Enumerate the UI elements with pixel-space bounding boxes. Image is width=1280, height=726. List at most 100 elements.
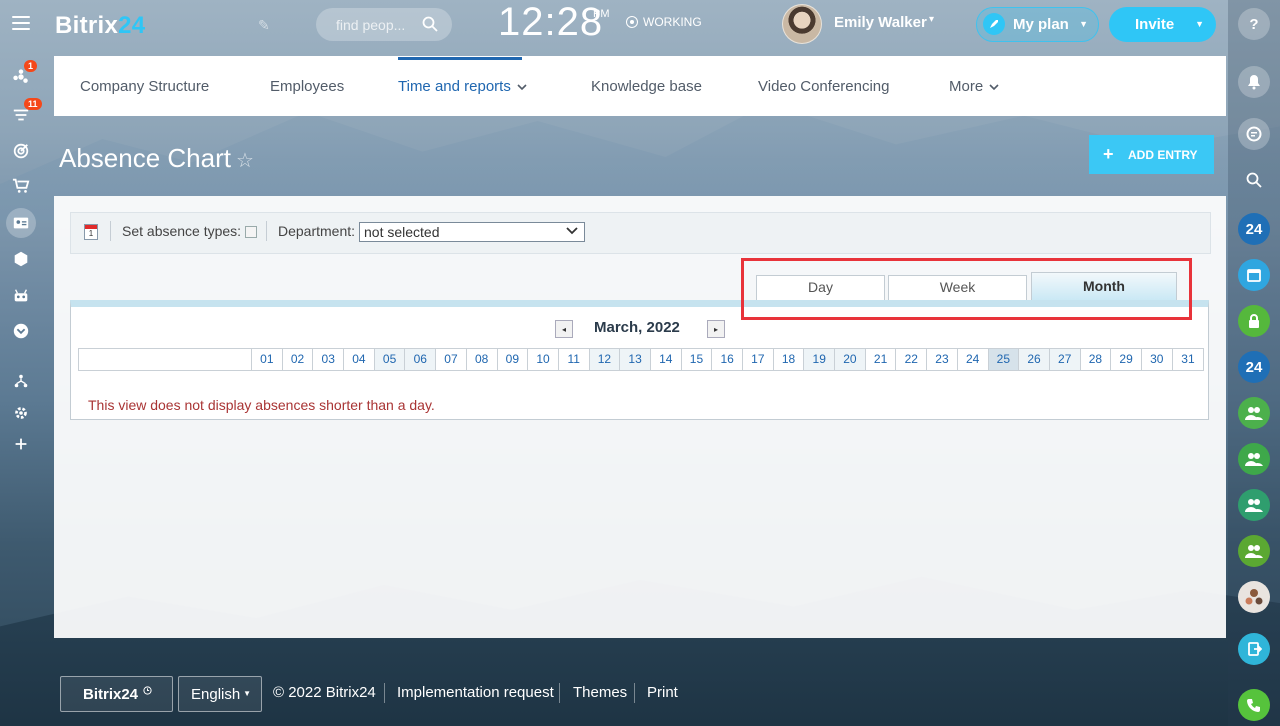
top-nav: Company Structure Employees Time and rep… [54, 56, 1226, 116]
group-icon[interactable] [1238, 443, 1270, 475]
search-icon[interactable] [422, 16, 438, 37]
day-header-cell: 06 [405, 349, 437, 370]
sidebar-item-structure[interactable] [10, 370, 32, 392]
nav-item-company-structure[interactable]: Company Structure [80, 78, 209, 95]
sidebar-item-shop[interactable] [10, 175, 32, 197]
bitrix24-icon[interactable]: 24 [1238, 351, 1270, 383]
bell-icon[interactable] [1238, 66, 1270, 98]
day-header-cell: 09 [498, 349, 529, 370]
notice-text: This view does not display absences shor… [88, 397, 435, 413]
chevron-down-icon: ▼ [243, 689, 251, 698]
target-icon [13, 143, 29, 159]
day-header-cell: 14 [651, 349, 682, 370]
work-status[interactable]: WORKING [626, 15, 702, 29]
day-header-cell: 03 [313, 349, 345, 370]
next-month-button[interactable]: ▸ [707, 320, 725, 338]
search-icon[interactable] [1238, 164, 1270, 196]
calendar-icon[interactable]: 1 [84, 224, 98, 240]
user-menu-caret-icon[interactable]: ▾ [929, 14, 934, 25]
avatars-icon[interactable] [1238, 581, 1270, 613]
phone-icon[interactable] [1238, 689, 1270, 721]
sidebar-item-robot[interactable] [10, 285, 32, 307]
app-logo[interactable]: Bitrix24 [55, 12, 145, 40]
record-dot-icon [626, 16, 638, 28]
sidebar-item-feed[interactable]: 11 [10, 98, 42, 126]
right-sidebar: ? 24 24 [1228, 0, 1280, 726]
highlight-box [741, 258, 1192, 320]
day-header-cell: 28 [1081, 349, 1112, 370]
search-input[interactable] [334, 16, 428, 34]
user-avatar[interactable] [782, 4, 822, 44]
day-header-cell: 02 [283, 349, 314, 370]
footer-divider [384, 683, 385, 703]
language-select[interactable]: English ▼ [178, 676, 262, 712]
sidebar-item-contacts[interactable] [6, 208, 36, 238]
group-icon[interactable] [1238, 535, 1270, 567]
search-box[interactable] [316, 8, 452, 41]
chevron-down-circle-icon [13, 323, 29, 339]
day-header-row: 01 02 03 04 05 06 07 08 09 10 11 12 13 14 15 16 17 18 19 20… [78, 348, 1205, 371]
nav-item-employees[interactable]: Employees [270, 78, 344, 95]
sidebar-item-marketplace[interactable] [10, 248, 32, 270]
sidebar-item-more[interactable] [10, 320, 32, 342]
nav-item-knowledge-base[interactable]: Knowledge base [591, 78, 702, 95]
star-icon[interactable]: ☆ [236, 148, 254, 173]
clock-time[interactable]: 12:28 [498, 0, 603, 45]
edit-pencil-icon[interactable]: ✎ [258, 17, 270, 34]
left-sidebar: 1 11 [0, 0, 44, 726]
day-header-cell: 30 [1142, 349, 1173, 370]
nav-item-time-and-reports[interactable]: Time and reports [398, 78, 527, 95]
toolbar-divider [110, 221, 111, 241]
day-header-cell: 31 [1181, 352, 1195, 366]
footer-logo-button[interactable]: Bitrix24 [60, 676, 173, 712]
invite-button[interactable]: Invite ▼ [1109, 7, 1216, 42]
my-plan-button[interactable]: My plan ▼ [976, 7, 1099, 42]
day-header-cell: 29 [1111, 349, 1142, 370]
toolbar-divider [266, 221, 267, 241]
plus-icon: + [1103, 144, 1114, 164]
plus-icon [15, 438, 27, 450]
day-header-cell: 13 [620, 349, 651, 370]
bitrix24-icon[interactable]: 24 [1238, 213, 1270, 245]
nav-item-video-conferencing[interactable]: Video Conferencing [758, 78, 889, 95]
absence-types-label: Set absence types: [122, 223, 242, 239]
group-icon[interactable] [1238, 397, 1270, 429]
chevron-down-icon [517, 83, 527, 90]
prev-month-button[interactable]: ◂ [555, 320, 573, 338]
calendar-icon[interactable] [1238, 259, 1270, 291]
nav-item-more[interactable]: More [949, 78, 999, 95]
nav-active-underline [398, 57, 522, 60]
day-header-cell: 15 [682, 349, 713, 370]
clock-ampm: PM [593, 8, 610, 20]
add-entry-button[interactable]: + ADD ENTRY [1089, 135, 1214, 174]
absence-types-checkbox[interactable] [245, 226, 257, 238]
help-icon[interactable]: ? [1238, 8, 1270, 40]
sidebar-item-tasks[interactable] [10, 140, 32, 162]
hamburger-menu-icon[interactable] [12, 16, 30, 30]
month-title: March, 2022 [594, 319, 680, 336]
lock-icon[interactable] [1238, 305, 1270, 337]
chat-icon[interactable] [1238, 118, 1270, 150]
cart-icon [12, 178, 30, 193]
gear-icon [15, 407, 27, 419]
sidebar-item-notifications[interactable]: 1 [10, 60, 38, 88]
day-header-cell: 20 [835, 349, 866, 370]
sidebar-item-add[interactable] [10, 433, 32, 455]
footer-link-implementation[interactable]: Implementation request [397, 684, 554, 701]
day-header-cell: 25 [988, 349, 1020, 370]
group-icon[interactable] [1238, 489, 1270, 521]
day-header-cell: 05 [374, 349, 406, 370]
day-header-cell: 27 [1049, 349, 1081, 370]
department-select[interactable]: not selected [359, 222, 585, 242]
sidebar-item-settings[interactable] [10, 402, 32, 424]
footer-link-print[interactable]: Print [647, 684, 678, 701]
day-header-cell: 16 [712, 349, 743, 370]
exit-icon[interactable] [1238, 633, 1270, 665]
box-icon [14, 251, 28, 267]
employee-column-header [79, 349, 252, 370]
user-name[interactable]: Emily Walker [834, 14, 927, 31]
day-header-cell: 07 [436, 349, 467, 370]
day-header-cell: 04 [344, 349, 375, 370]
footer-link-themes[interactable]: Themes [573, 684, 627, 701]
footer-divider [559, 683, 560, 703]
